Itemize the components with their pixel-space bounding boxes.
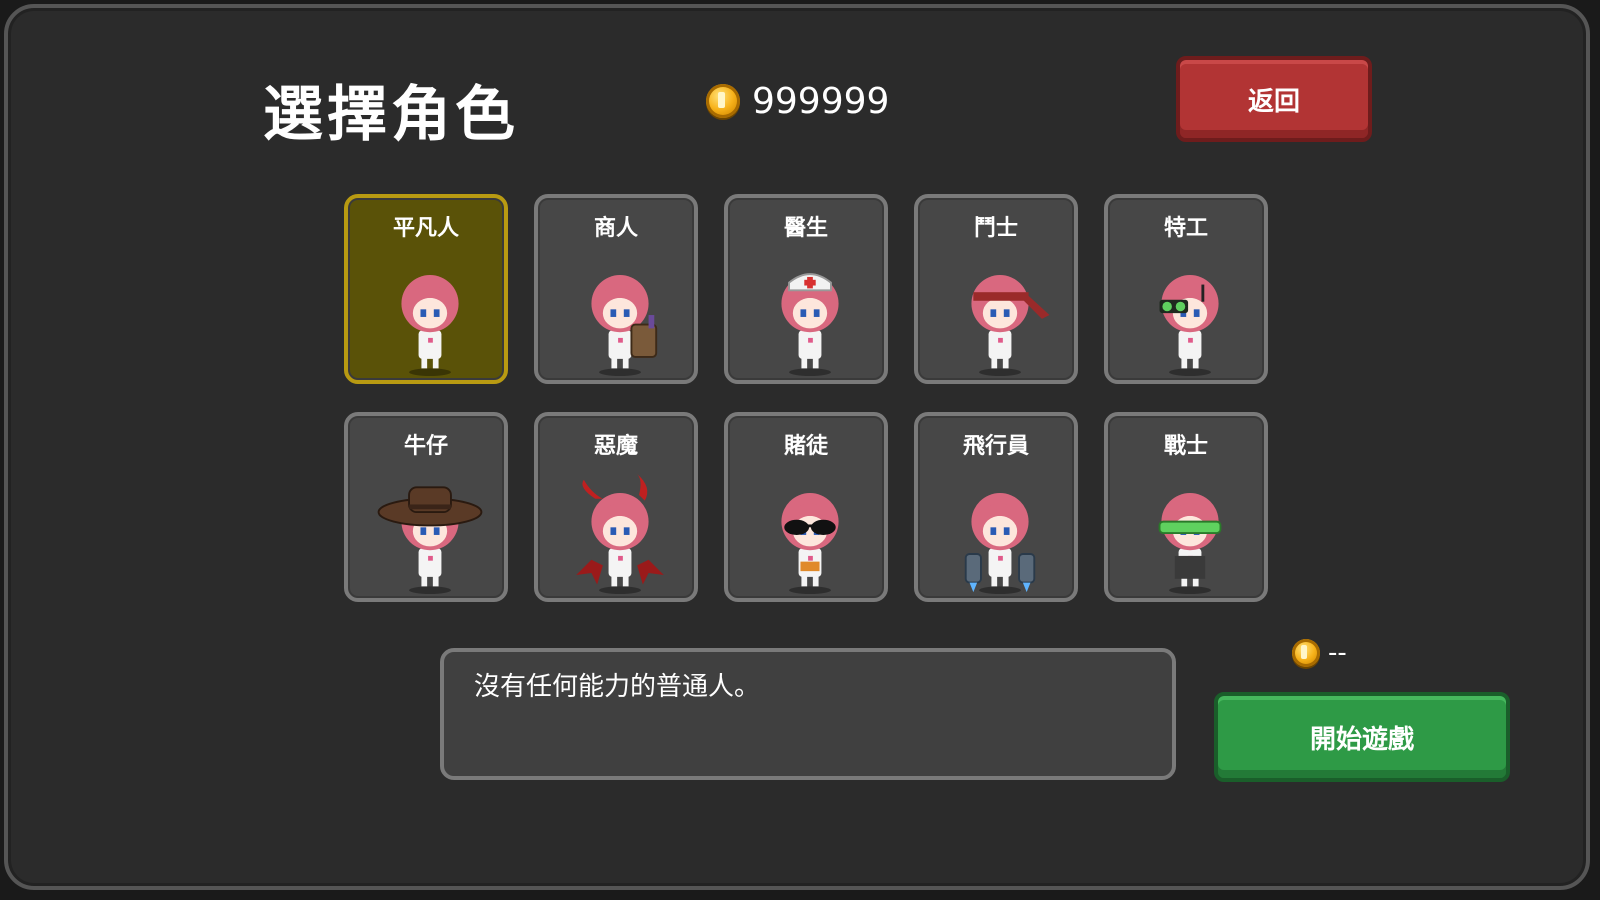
character-card[interactable]: 醫生 xyxy=(724,194,888,384)
character-card[interactable]: 特工 xyxy=(1104,194,1268,384)
character-description: 沒有任何能力的普通人。 xyxy=(440,648,1176,780)
character-name: 牛仔 xyxy=(403,434,448,459)
character-card[interactable]: 惡魔 xyxy=(534,412,698,602)
character-grid: 平凡人 商人 醫生 鬥士 特工牛仔 惡魔 賭徒 飛行員 戰士 xyxy=(344,194,1268,602)
character-card[interactable]: 商人 xyxy=(534,194,698,384)
back-button[interactable]: 返回 xyxy=(1176,56,1372,142)
character-portrait xyxy=(770,474,850,594)
coin-count: 999999 xyxy=(752,80,890,122)
character-name: 惡魔 xyxy=(593,434,638,459)
character-card[interactable]: 牛仔 xyxy=(344,412,508,602)
coin-icon xyxy=(706,84,740,118)
character-card[interactable]: 賭徒 xyxy=(724,412,888,602)
character-portrait xyxy=(960,474,1040,594)
character-card[interactable]: 平凡人 xyxy=(344,194,508,384)
character-card[interactable]: 戰士 xyxy=(1104,412,1268,602)
character-select-panel: 選擇角色 999999 返回 平凡人 商人 醫生 鬥士 特工牛仔 惡魔 賭徒 飛行員 戰士 沒有… xyxy=(4,4,1590,890)
character-portrait xyxy=(1150,474,1230,594)
unlock-cost: -- xyxy=(1292,638,1347,668)
description-text: 沒有任何能力的普通人。 xyxy=(474,672,761,702)
start-game-button[interactable]: 開始遊戲 xyxy=(1214,692,1510,782)
coin-icon xyxy=(1292,639,1320,667)
coin-balance: 999999 xyxy=(706,78,889,124)
character-name: 平凡人 xyxy=(392,216,459,241)
character-card[interactable]: 飛行員 xyxy=(914,412,1078,602)
character-portrait xyxy=(390,256,470,376)
character-card[interactable]: 鬥士 xyxy=(914,194,1078,384)
character-portrait xyxy=(1150,256,1230,376)
page-title: 選擇角色 xyxy=(263,80,519,150)
character-name: 特工 xyxy=(1163,216,1208,241)
character-portrait xyxy=(960,256,1050,376)
character-name: 飛行員 xyxy=(962,434,1029,459)
character-name: 商人 xyxy=(593,216,638,241)
cost-value: -- xyxy=(1328,638,1347,668)
character-portrait xyxy=(580,256,660,376)
character-name: 戰士 xyxy=(1163,434,1208,459)
character-name: 賭徒 xyxy=(783,434,828,459)
character-portrait xyxy=(770,256,850,376)
character-name: 醫生 xyxy=(783,216,828,241)
character-portrait xyxy=(576,474,664,594)
character-name: 鬥士 xyxy=(973,216,1018,241)
character-portrait xyxy=(377,474,483,594)
